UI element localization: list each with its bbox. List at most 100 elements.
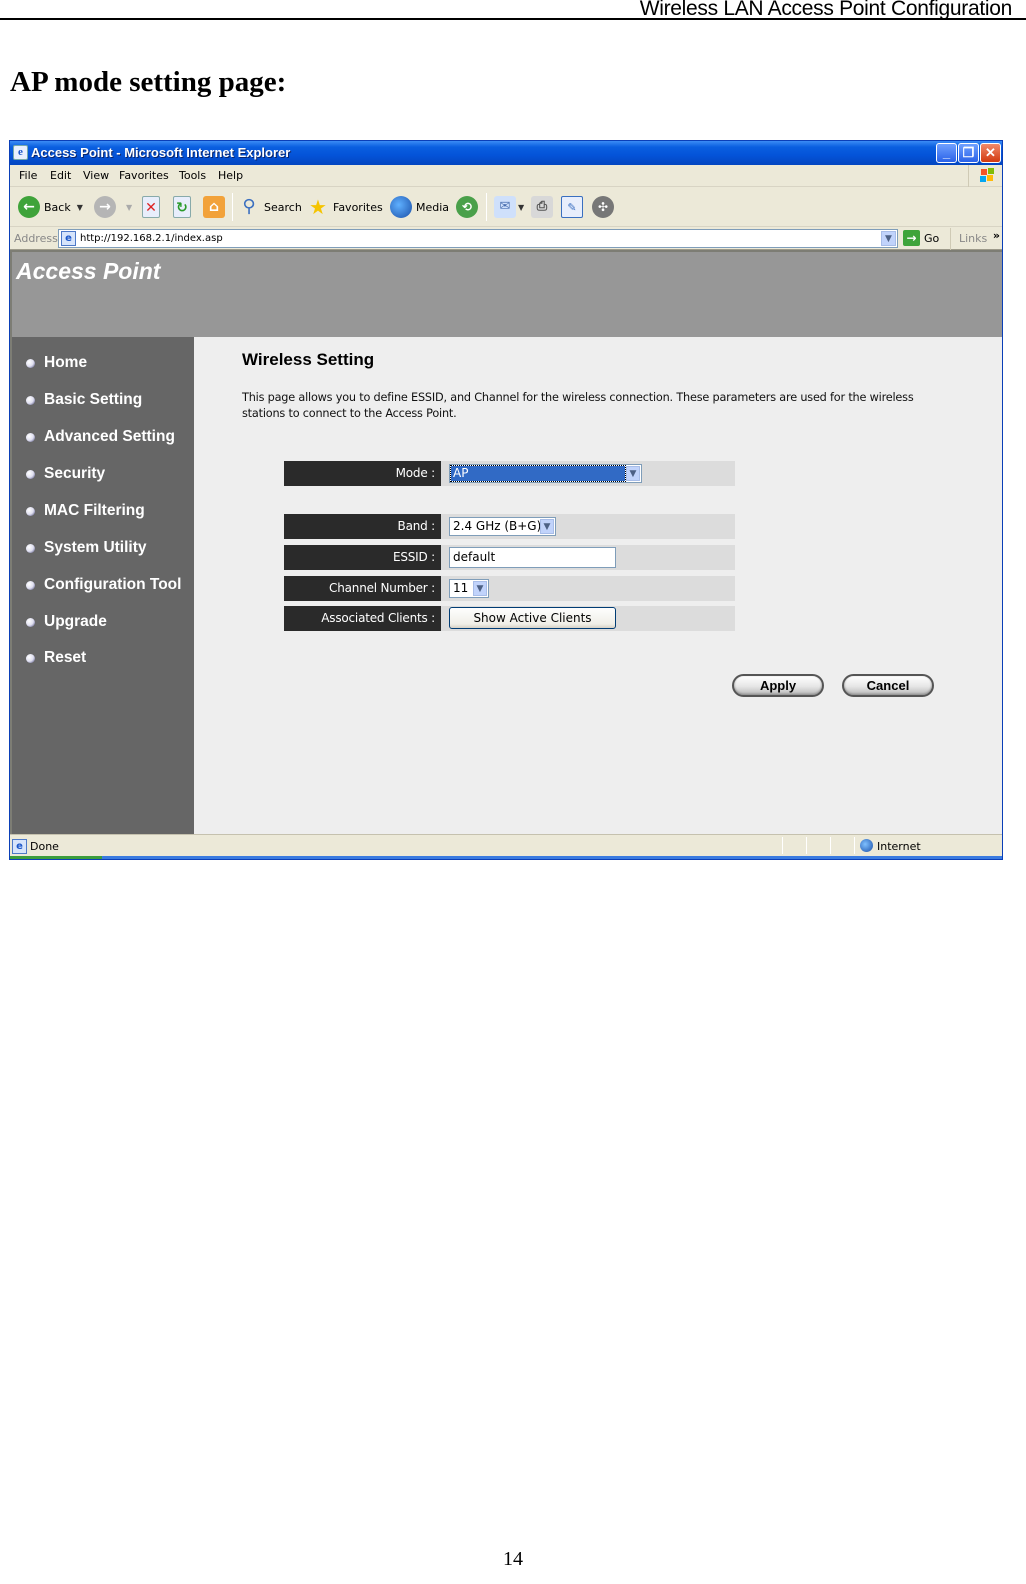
print-button[interactable]: ⎙ [531, 194, 557, 220]
mail-dropdown-icon[interactable]: ▼ [518, 203, 524, 212]
nav-label: System Utility [44, 539, 147, 556]
nav-label: Advanced Setting [44, 428, 175, 445]
nav-reset[interactable]: Reset [26, 649, 86, 667]
nav-label: Reset [44, 649, 87, 666]
show-active-clients-button[interactable]: Show Active Clients [449, 607, 616, 629]
nav-upgrade[interactable]: Upgrade [26, 613, 107, 631]
status-separator [854, 837, 855, 854]
nav-home[interactable]: Home [26, 354, 87, 372]
refresh-button[interactable]: ↻ [173, 194, 195, 220]
site-header: Access Point [12, 250, 1002, 337]
go-label: Go [924, 231, 940, 245]
toolbar: ← Back ▼ → ▼ ✕ ↻ ⌂ ⚲ Search ★ Favorites … [10, 187, 1002, 227]
mail-button[interactable]: ✉ ▼ [494, 194, 524, 220]
browser-window: e Access Point - Microsoft Internet Expl… [9, 140, 1003, 860]
favorites-label: Favorites [333, 200, 383, 214]
nav-mac-filtering[interactable]: MAC Filtering [26, 502, 145, 520]
back-dropdown-icon[interactable]: ▼ [77, 203, 83, 212]
nav-label: Security [44, 465, 106, 482]
mode-row: Mode : AP ▼ [284, 461, 735, 486]
essid-input[interactable]: default [449, 547, 616, 568]
essid-label: ESSID : [284, 545, 441, 570]
menu-favorites[interactable]: Favorites [119, 169, 169, 182]
bullet-icon [26, 469, 35, 479]
page-viewport: Access Point Home Basic Setting Advanced… [10, 250, 1002, 834]
forward-button[interactable]: → ▼ [94, 194, 132, 220]
clients-row: Associated Clients : Show Active Clients [284, 606, 735, 631]
channel-select[interactable]: 11 ▼ [449, 579, 489, 598]
close-button[interactable]: ✕ [980, 143, 1001, 163]
globe-icon [860, 839, 873, 852]
search-icon: ⚲ [242, 196, 256, 217]
links-button[interactable]: Links » [950, 228, 1002, 250]
nav-label: Home [44, 354, 88, 371]
chevron-down-icon: ▼ [626, 466, 640, 481]
document-header-title: Wireless LAN Access Point Configuration [639, 0, 1013, 20]
edit-button[interactable]: ✎ [561, 194, 587, 220]
favorites-button[interactable]: ★ Favorites [307, 194, 383, 220]
apply-button[interactable]: Apply [732, 674, 824, 697]
start-button [10, 856, 102, 859]
address-bar: Address e http://192.168.2.1/index.asp ▼… [10, 228, 1002, 250]
mode-label: Mode : [284, 461, 441, 486]
stop-icon: ✕ [142, 196, 160, 218]
menu-tools[interactable]: Tools [179, 169, 206, 182]
media-button[interactable]: Media [390, 194, 449, 220]
menu-help[interactable]: Help [218, 169, 243, 182]
clients-label: Associated Clients : [284, 606, 441, 631]
restore-button[interactable]: ❐ [958, 143, 979, 163]
status-separator [830, 837, 831, 854]
toolbar-separator [486, 193, 487, 221]
nav-system-utility[interactable]: System Utility [26, 539, 147, 557]
messenger-button[interactable]: ✣ [592, 194, 618, 220]
nav-configuration-tool[interactable]: Configuration Tool [26, 576, 181, 594]
channel-value: 11 [453, 581, 469, 595]
taskbar [10, 856, 1002, 859]
menu-edit[interactable]: Edit [50, 169, 71, 182]
security-zone: Internet [877, 840, 921, 853]
status-text: Done [30, 840, 59, 853]
refresh-icon: ↻ [173, 196, 191, 218]
toolbar-separator [232, 193, 233, 221]
go-button[interactable]: → Go [903, 230, 939, 246]
stop-button[interactable]: ✕ [142, 194, 164, 220]
band-select[interactable]: 2.4 GHz (B+G) ▼ [449, 517, 556, 536]
nav-basic-setting[interactable]: Basic Setting [26, 391, 142, 409]
forward-arrow-icon: → [94, 196, 116, 218]
menu-file[interactable]: File [19, 169, 37, 182]
nav-advanced-setting[interactable]: Advanced Setting [26, 428, 175, 446]
menu-view[interactable]: View [83, 169, 109, 182]
bullet-icon [26, 358, 35, 368]
minimize-button[interactable]: _ [936, 143, 957, 163]
site-title: Access Point [16, 258, 161, 284]
window-title: Access Point - Microsoft Internet Explor… [31, 145, 291, 160]
page-done-icon: e [12, 839, 27, 854]
back-label: Back [44, 200, 71, 214]
address-url: http://192.168.2.1/index.asp [80, 233, 223, 244]
address-dropdown-icon[interactable]: ▼ [881, 231, 896, 246]
nav-label: Upgrade [44, 613, 107, 630]
back-button[interactable]: ← Back ▼ [18, 194, 83, 220]
band-label: Band : [284, 514, 441, 539]
windows-logo-icon [968, 165, 1002, 187]
essid-row: ESSID : default [284, 545, 735, 570]
band-row: Band : 2.4 GHz (B+G) ▼ [284, 514, 735, 539]
nav-security[interactable]: Security [26, 465, 105, 483]
title-bar: e Access Point - Microsoft Internet Expl… [10, 141, 1002, 165]
channel-label: Channel Number : [284, 576, 441, 601]
mode-select[interactable]: AP ▼ [449, 464, 642, 483]
home-icon: ⌂ [203, 196, 225, 218]
status-separator [782, 837, 783, 854]
nav-label: Configuration Tool [44, 576, 182, 593]
bullet-icon [26, 432, 35, 442]
page-icon: e [61, 231, 76, 246]
home-button[interactable]: ⌂ [203, 194, 229, 220]
channel-row: Channel Number : 11 ▼ [284, 576, 735, 601]
document-heading: AP mode setting page: [10, 66, 287, 98]
search-button[interactable]: ⚲ Search [238, 194, 301, 220]
cancel-button[interactable]: Cancel [842, 674, 934, 697]
ie-page-icon: e [13, 145, 28, 160]
address-input[interactable]: e http://192.168.2.1/index.asp ▼ [58, 229, 898, 248]
history-button[interactable]: ⟲ [456, 194, 482, 220]
document-header: Wireless LAN Access Point Configuration [0, 0, 1026, 20]
